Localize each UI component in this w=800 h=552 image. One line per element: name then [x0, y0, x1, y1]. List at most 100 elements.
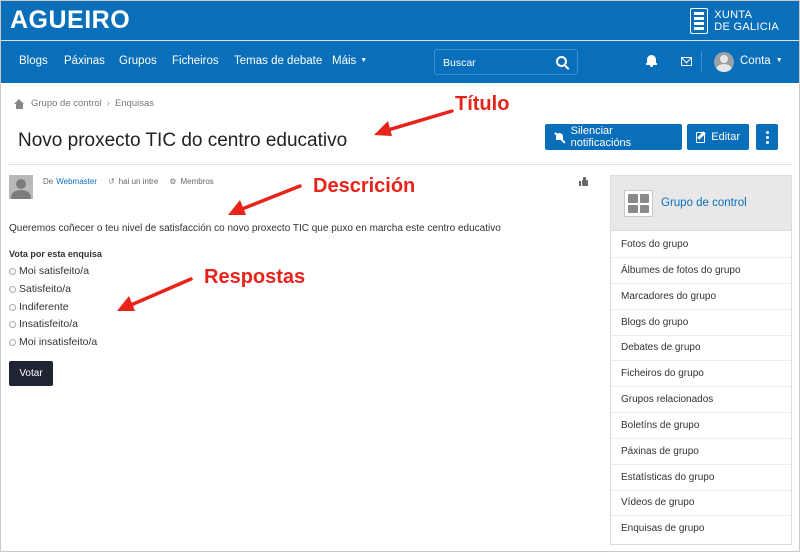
- annotation-arrow-description: [228, 184, 302, 215]
- radio-button[interactable]: [9, 320, 16, 328]
- sidebar-item-enquisas[interactable]: Enquisas de grupo: [621, 523, 704, 534]
- page-title: Novo proxecto TIC do centro educativo: [18, 130, 348, 151]
- radio-button[interactable]: [9, 338, 16, 346]
- sidebar-item-marcadores[interactable]: Marcadores do grupo: [621, 291, 716, 302]
- post-meta: De Webmaster ↺ hai un intre ⚙ Membros: [43, 177, 214, 186]
- option-label: Indiferente: [19, 301, 69, 313]
- more-actions-button[interactable]: [756, 124, 778, 150]
- brand-bar: AGUEIRO XUNTA DE GALICIA: [1, 1, 799, 41]
- poll-option[interactable]: Moi satisfeito/a: [9, 265, 89, 277]
- breadcrumb: Grupo de control › Enquisas: [14, 98, 154, 109]
- mute-label: Silenciar notificacións: [570, 125, 632, 149]
- poll-option[interactable]: Moi insatisfeito/a: [9, 336, 97, 348]
- annotation-description: Descrición: [313, 175, 416, 197]
- account-menu[interactable]: Conta ▼: [740, 55, 783, 67]
- edit-button[interactable]: Editar: [687, 124, 749, 150]
- sidebar-divider: [611, 283, 791, 284]
- author-avatar[interactable]: [9, 175, 33, 199]
- sidebar-divider: [611, 360, 791, 361]
- poll-option[interactable]: Satisfeito/a: [9, 283, 71, 295]
- xunta-line1: XUNTA: [714, 9, 753, 21]
- sidebar-divider: [611, 257, 791, 258]
- main-nav: Blogs Páxinas Grupos Ficheiros Temas de …: [1, 41, 799, 83]
- gear-icon: ⚙: [169, 177, 177, 186]
- group-sidebar: Grupo de control Fotos do grupo Álbumes …: [610, 175, 792, 545]
- nav-ficheiros[interactable]: Ficheiros: [172, 55, 219, 67]
- sidebar-item-boletins[interactable]: Boletíns de grupo: [621, 420, 699, 431]
- kebab-icon: [765, 130, 769, 144]
- annotation-title: Título: [455, 93, 510, 115]
- history-icon: ↺: [108, 177, 115, 186]
- option-label: Insatisfeito/a: [19, 318, 78, 330]
- search-input[interactable]: Buscar: [443, 57, 476, 69]
- poll-option[interactable]: Insatisfeito/a: [9, 318, 78, 330]
- sidebar-divider: [611, 438, 791, 439]
- nav-separator: [701, 51, 702, 73]
- nav-paxinas[interactable]: Páxinas: [64, 55, 105, 67]
- radio-button[interactable]: [9, 267, 16, 275]
- breadcrumb-group[interactable]: Grupo de control: [31, 98, 102, 109]
- sidebar-divider: [611, 490, 791, 491]
- bell-icon[interactable]: [646, 55, 657, 67]
- vote-button[interactable]: Votar: [9, 361, 53, 386]
- search-box[interactable]: Buscar: [434, 49, 578, 75]
- sidebar-item-estatisticas[interactable]: Estatísticas do grupo: [621, 472, 714, 483]
- sidebar-item-paxinas[interactable]: Páxinas de grupo: [621, 446, 699, 457]
- annotation-answers: Respostas: [204, 266, 306, 288]
- option-label: Satisfeito/a: [19, 283, 71, 295]
- sidebar-item-videos[interactable]: Vídeos de grupo: [621, 497, 694, 508]
- option-label: Moi insatisfeito/a: [19, 336, 98, 348]
- access-level: Membros: [180, 177, 214, 186]
- mute-notifications-button[interactable]: Silenciar notificacións: [545, 124, 682, 150]
- xunta-seal-icon: [690, 8, 709, 34]
- sidebar-item-blogs[interactable]: Blogs do grupo: [621, 317, 688, 328]
- sidebar-item-fotos[interactable]: Fotos do grupo: [621, 239, 688, 250]
- sidebar-item-albumes[interactable]: Álbumes de fotos do grupo: [621, 265, 741, 276]
- title-divider: [8, 164, 792, 165]
- edit-label: Editar: [711, 131, 740, 143]
- radio-button[interactable]: [9, 303, 16, 311]
- user-avatar[interactable]: [714, 52, 734, 72]
- annotation-arrow-title: [374, 109, 454, 136]
- home-icon[interactable]: [14, 98, 25, 109]
- nav-mais-label: Máis: [332, 55, 357, 67]
- sidebar-header: Grupo de control: [611, 176, 791, 231]
- sidebar-divider: [611, 309, 791, 310]
- account-label: Conta: [740, 55, 771, 67]
- nav-mais[interactable]: Máis ▼: [332, 55, 367, 67]
- post-time: hai un intre: [118, 177, 159, 186]
- nav-grupos[interactable]: Grupos: [119, 55, 157, 67]
- sidebar-group-name[interactable]: Grupo de control: [661, 197, 747, 209]
- sidebar-divider: [611, 464, 791, 465]
- sidebar-item-grupos-relacionados[interactable]: Grupos relacionados: [621, 394, 713, 405]
- breadcrumb-separator: ›: [106, 98, 110, 109]
- nav-blogs[interactable]: Blogs: [19, 55, 48, 67]
- search-icon[interactable]: [556, 56, 567, 67]
- poll-description: Queremos coñecer o teu nivel de satisfac…: [9, 223, 501, 234]
- option-label: Moi satisfeito/a: [19, 265, 90, 277]
- breadcrumb-polls[interactable]: Enquisas: [115, 98, 154, 109]
- chevron-down-icon: ▼: [775, 57, 783, 64]
- thumbs-up-icon[interactable]: [579, 177, 588, 186]
- xunta-line2: DE GALICIA: [714, 21, 779, 33]
- annotation-arrow-answers: [117, 277, 193, 311]
- sidebar-item-debates[interactable]: Debates de grupo: [621, 342, 701, 353]
- sidebar-divider: [611, 335, 791, 336]
- xunta-logo[interactable]: XUNTA DE GALICIA: [690, 8, 779, 34]
- group-icon[interactable]: [624, 190, 653, 217]
- author-link[interactable]: Webmaster: [56, 177, 97, 186]
- chevron-down-icon: ▼: [360, 57, 368, 64]
- by-prefix: De: [43, 177, 54, 186]
- radio-button[interactable]: [9, 285, 16, 293]
- sidebar-divider: [611, 412, 791, 413]
- site-logo[interactable]: AGUEIRO: [10, 6, 130, 35]
- sidebar-divider: [611, 515, 791, 516]
- bell-slash-icon: [554, 132, 566, 143]
- mail-icon[interactable]: [681, 57, 692, 66]
- nav-temas-de-debate[interactable]: Temas de debate: [234, 55, 322, 67]
- vote-heading: Vota por esta enquisa: [9, 249, 102, 259]
- poll-option[interactable]: Indiferente: [9, 301, 69, 313]
- edit-icon: [696, 131, 706, 143]
- sidebar-item-ficheiros[interactable]: Ficheiros do grupo: [621, 368, 704, 379]
- sidebar-divider: [611, 386, 791, 387]
